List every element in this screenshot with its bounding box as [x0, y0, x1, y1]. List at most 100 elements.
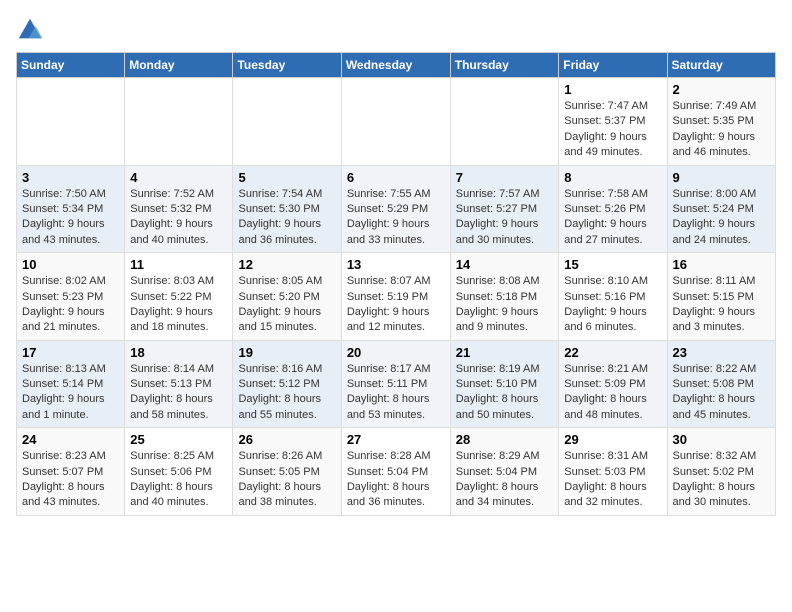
- day-number: 6: [347, 170, 445, 185]
- day-number: 8: [564, 170, 661, 185]
- day-number: 10: [22, 257, 119, 272]
- calendar-week-row: 17 Sunrise: 8:13 AM Sunset: 5:14 PM Dayli…: [17, 340, 776, 428]
- day-info: Sunrise: 8:05 AM Sunset: 5:20 PM Dayligh…: [238, 274, 335, 336]
- calendar-cell: 4Sunrise: 7:52 AM Sunset: 5:32 PM Daylig…: [125, 165, 233, 253]
- day-info: Sunrise: 8:22 AM Sunset: 5:08 PM Dayligh…: [673, 362, 771, 424]
- calendar-cell: 2Sunrise: 7:49 AM Sunset: 5:35 PM Daylig…: [667, 78, 776, 166]
- day-info: Sunrise: 8:08 AM Sunset: 5:18 PM Dayligh…: [456, 274, 554, 336]
- logo-icon: [16, 16, 44, 44]
- calendar-header-row: SundayMondayTuesdayWednesdayThursdayFrid…: [17, 53, 776, 78]
- logo: [16, 16, 48, 44]
- calendar-cell: 19 Sunrise: 8:16 AM Sunset: 5:12 PM Dayli…: [233, 340, 341, 428]
- calendar-cell: 25 Sunrise: 8:25 AM Sunset: 5:06 PM Dayli…: [125, 428, 233, 516]
- calendar-cell: 14 Sunrise: 8:08 AM Sunset: 5:18 PM Dayli…: [450, 253, 559, 341]
- day-number: 21: [456, 345, 554, 360]
- day-info: Sunrise: 8:13 AM Sunset: 5:14 PM Dayligh…: [22, 362, 119, 424]
- day-number: 23: [673, 345, 771, 360]
- day-number: 27: [347, 432, 445, 447]
- calendar-week-row: 3 Sunrise: 7:50 AM Sunset: 5:34 PM Daylig…: [17, 165, 776, 253]
- calendar-cell: 13 Sunrise: 8:07 AM Sunset: 5:19 PM Dayli…: [341, 253, 450, 341]
- day-number: 25: [130, 432, 227, 447]
- day-number: 7: [456, 170, 554, 185]
- calendar-week-row: 10 Sunrise: 8:02 AM Sunset: 5:23 PM Dayli…: [17, 253, 776, 341]
- day-info: Sunrise: 7:58 AM Sunset: 5:26 PM Dayligh…: [564, 187, 661, 249]
- day-info: Sunrise: 8:11 AM Sunset: 5:15 PM Dayligh…: [673, 274, 771, 336]
- day-info: Sunrise: 8:14 AM Sunset: 5:13 PM Dayligh…: [130, 362, 227, 424]
- calendar-cell: 26 Sunrise: 8:26 AM Sunset: 5:05 PM Dayli…: [233, 428, 341, 516]
- day-number: 5: [238, 170, 335, 185]
- day-number: 9: [673, 170, 771, 185]
- calendar-cell: [125, 78, 233, 166]
- calendar-cell: 5 Sunrise: 7:54 AM Sunset: 5:30 PM Daylig…: [233, 165, 341, 253]
- day-info: Sunrise: 8:28 AM Sunset: 5:04 PM Dayligh…: [347, 449, 445, 511]
- day-number: 30: [673, 432, 771, 447]
- calendar-cell: 21 Sunrise: 8:19 AM Sunset: 5:10 PM Dayli…: [450, 340, 559, 428]
- calendar-cell: 15 Sunrise: 8:10 AM Sunset: 5:16 PM Dayli…: [559, 253, 667, 341]
- day-number: 11: [130, 257, 227, 272]
- header: [16, 16, 776, 44]
- calendar-cell: 28 Sunrise: 8:29 AM Sunset: 5:04 PM Dayli…: [450, 428, 559, 516]
- calendar-cell: 18 Sunrise: 8:14 AM Sunset: 5:13 PM Dayli…: [125, 340, 233, 428]
- day-info: Sunrise: 8:10 AM Sunset: 5:16 PM Dayligh…: [564, 274, 661, 336]
- day-info: Sunrise: 8:29 AM Sunset: 5:04 PM Dayligh…: [456, 449, 554, 511]
- column-header-monday: Monday: [125, 53, 233, 78]
- day-info: Sunrise: 8:25 AM Sunset: 5:06 PM Dayligh…: [130, 449, 227, 511]
- calendar-cell: 9 Sunrise: 8:00 AM Sunset: 5:24 PM Daylig…: [667, 165, 776, 253]
- calendar-week-row: 24 Sunrise: 8:23 AM Sunset: 5:07 PM Dayli…: [17, 428, 776, 516]
- column-header-tuesday: Tuesday: [233, 53, 341, 78]
- day-number: 20: [347, 345, 445, 360]
- day-number: 14: [456, 257, 554, 272]
- calendar-cell: [233, 78, 341, 166]
- calendar-cell: 6 Sunrise: 7:55 AM Sunset: 5:29 PM Daylig…: [341, 165, 450, 253]
- calendar-cell: [450, 78, 559, 166]
- day-number: 26: [238, 432, 335, 447]
- day-info: Sunrise: 8:17 AM Sunset: 5:11 PM Dayligh…: [347, 362, 445, 424]
- day-number: 1: [564, 82, 661, 97]
- calendar-cell: 10 Sunrise: 8:02 AM Sunset: 5:23 PM Dayli…: [17, 253, 125, 341]
- day-info: Sunrise: 8:00 AM Sunset: 5:24 PM Dayligh…: [673, 187, 771, 249]
- day-info: Sunrise: 8:26 AM Sunset: 5:05 PM Dayligh…: [238, 449, 335, 511]
- day-number: 28: [456, 432, 554, 447]
- calendar-cell: [17, 78, 125, 166]
- calendar-cell: 1Sunrise: 7:47 AM Sunset: 5:37 PM Daylig…: [559, 78, 667, 166]
- day-info: Sunrise: 7:57 AM Sunset: 5:27 PM Dayligh…: [456, 187, 554, 249]
- column-header-wednesday: Wednesday: [341, 53, 450, 78]
- day-number: 15: [564, 257, 661, 272]
- day-info: Sunrise: 8:21 AM Sunset: 5:09 PM Dayligh…: [564, 362, 661, 424]
- day-info: Sunrise: 8:23 AM Sunset: 5:07 PM Dayligh…: [22, 449, 119, 511]
- calendar-cell: [341, 78, 450, 166]
- calendar-cell: 29Sunrise: 8:31 AM Sunset: 5:03 PM Dayli…: [559, 428, 667, 516]
- day-info: Sunrise: 7:55 AM Sunset: 5:29 PM Dayligh…: [347, 187, 445, 249]
- calendar-cell: 27 Sunrise: 8:28 AM Sunset: 5:04 PM Dayli…: [341, 428, 450, 516]
- calendar-cell: 11Sunrise: 8:03 AM Sunset: 5:22 PM Dayli…: [125, 253, 233, 341]
- day-number: 13: [347, 257, 445, 272]
- calendar-cell: 24 Sunrise: 8:23 AM Sunset: 5:07 PM Dayli…: [17, 428, 125, 516]
- day-number: 24: [22, 432, 119, 447]
- day-number: 3: [22, 170, 119, 185]
- calendar-cell: 23 Sunrise: 8:22 AM Sunset: 5:08 PM Dayli…: [667, 340, 776, 428]
- day-number: 12: [238, 257, 335, 272]
- day-info: Sunrise: 7:54 AM Sunset: 5:30 PM Dayligh…: [238, 187, 335, 249]
- day-number: 17: [22, 345, 119, 360]
- day-number: 18: [130, 345, 227, 360]
- column-header-sunday: Sunday: [17, 53, 125, 78]
- day-info: Sunrise: 8:16 AM Sunset: 5:12 PM Dayligh…: [238, 362, 335, 424]
- day-info: Sunrise: 7:50 AM Sunset: 5:34 PM Dayligh…: [22, 187, 119, 249]
- day-number: 19: [238, 345, 335, 360]
- calendar-cell: 20 Sunrise: 8:17 AM Sunset: 5:11 PM Dayli…: [341, 340, 450, 428]
- day-info: Sunrise: 8:19 AM Sunset: 5:10 PM Dayligh…: [456, 362, 554, 424]
- day-number: 2: [673, 82, 771, 97]
- day-number: 29: [564, 432, 661, 447]
- day-info: Sunrise: 8:32 AM Sunset: 5:02 PM Dayligh…: [673, 449, 771, 511]
- calendar-cell: 7 Sunrise: 7:57 AM Sunset: 5:27 PM Daylig…: [450, 165, 559, 253]
- calendar-cell: 16 Sunrise: 8:11 AM Sunset: 5:15 PM Dayli…: [667, 253, 776, 341]
- day-number: 4: [130, 170, 227, 185]
- day-info: Sunrise: 8:07 AM Sunset: 5:19 PM Dayligh…: [347, 274, 445, 336]
- day-number: 22: [564, 345, 661, 360]
- calendar-cell: 22 Sunrise: 8:21 AM Sunset: 5:09 PM Dayli…: [559, 340, 667, 428]
- column-header-friday: Friday: [559, 53, 667, 78]
- calendar-cell: 8 Sunrise: 7:58 AM Sunset: 5:26 PM Daylig…: [559, 165, 667, 253]
- calendar-cell: 30 Sunrise: 8:32 AM Sunset: 5:02 PM Dayli…: [667, 428, 776, 516]
- day-number: 16: [673, 257, 771, 272]
- day-info: Sunrise: 8:02 AM Sunset: 5:23 PM Dayligh…: [22, 274, 119, 336]
